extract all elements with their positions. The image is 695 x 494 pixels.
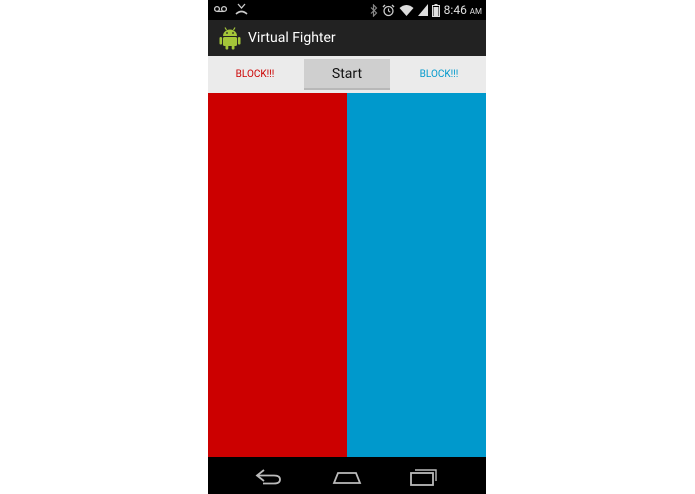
phone-screen: 8:46 AM Virtual Fighter BLOCK!!! Start B…: [208, 0, 486, 494]
signal-icon: [417, 4, 428, 16]
bluetooth-icon: [370, 3, 378, 17]
clock-ampm: AM: [469, 7, 482, 16]
action-bar: Virtual Fighter: [208, 20, 486, 56]
left-fighter-panel[interactable]: [208, 93, 347, 457]
home-icon[interactable]: [332, 465, 362, 487]
voicemail-icon: [214, 5, 227, 13]
status-bar: 8:46 AM: [208, 0, 486, 20]
alarm-icon: [382, 4, 395, 16]
clock-time: 8:46: [443, 3, 467, 17]
navigation-bar: [208, 457, 486, 494]
start-label: Start: [331, 65, 363, 82]
control-bar: BLOCK!!! Start BLOCK!!!: [208, 56, 486, 93]
left-block-label: BLOCK!!!: [235, 69, 275, 80]
right-fighter-panel[interactable]: [347, 93, 486, 457]
left-block-button[interactable]: BLOCK!!!: [208, 56, 302, 93]
recent-apps-icon[interactable]: [409, 465, 439, 487]
right-block-label: BLOCK!!!: [419, 69, 459, 80]
wifi-icon: [399, 5, 414, 16]
android-robot-icon: [219, 27, 241, 50]
battery-icon: [431, 3, 440, 17]
back-icon[interactable]: [254, 465, 284, 487]
right-block-button[interactable]: BLOCK!!!: [392, 56, 486, 93]
app-title: Virtual Fighter: [248, 30, 336, 46]
clock: 8:46 AM: [444, 3, 482, 17]
missed-call-icon: [235, 3, 248, 15]
start-button[interactable]: Start: [304, 59, 390, 90]
